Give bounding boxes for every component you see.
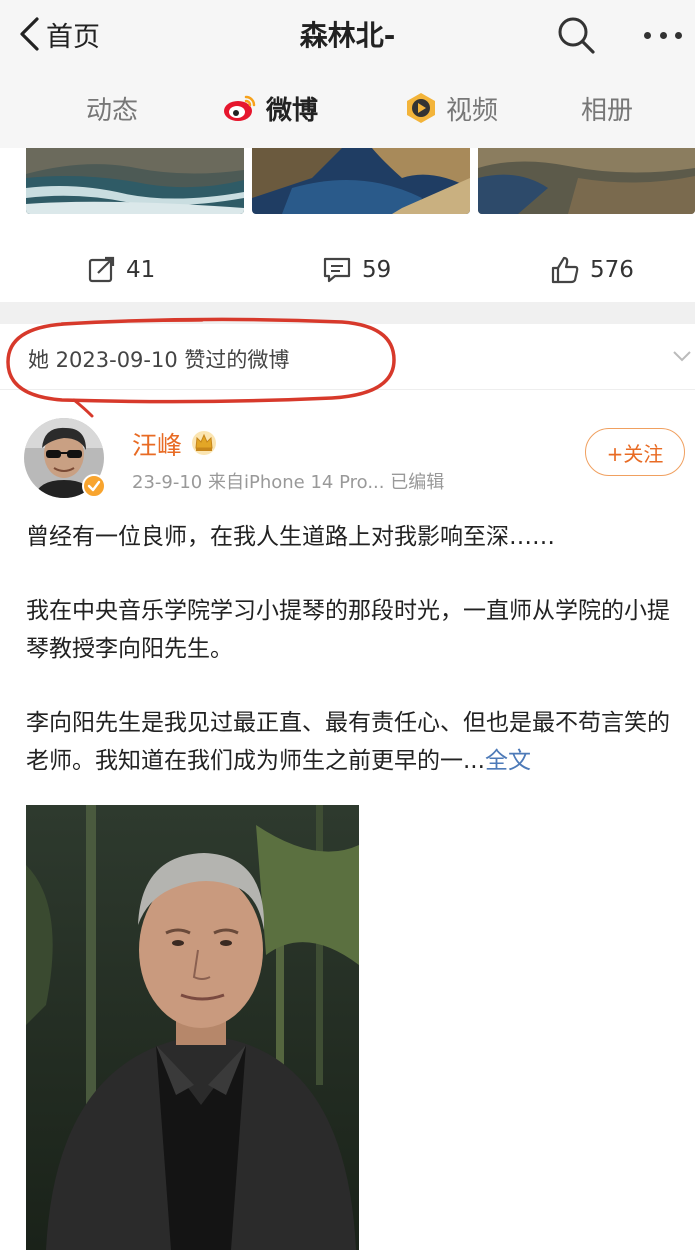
- comment-count: 59: [362, 257, 392, 283]
- verified-badge-icon: [82, 474, 106, 498]
- weibo-icon: [222, 93, 258, 123]
- back-button[interactable]: 首页: [18, 12, 100, 56]
- post-image-thumbnail[interactable]: [478, 148, 695, 214]
- liked-note-text: 她 2023-09-10 赞过的微博: [28, 348, 290, 372]
- repost-icon: [88, 256, 115, 283]
- section-divider: [0, 302, 695, 324]
- previous-post-images: [0, 148, 695, 218]
- comment-icon: [323, 257, 351, 283]
- video-icon: [404, 91, 438, 125]
- back-label: 首页: [46, 21, 100, 53]
- thumbs-up-icon: [551, 256, 579, 284]
- post-image-thumbnail[interactable]: [252, 148, 470, 214]
- like-count: 576: [590, 257, 634, 283]
- post-paragraph: 李向阳先生是我见过最正直、最有责任心、但也是最不苟言笑的老师。我知道在我们成为师…: [26, 704, 686, 780]
- back-chevron-icon: [20, 17, 39, 51]
- search-icon[interactable]: [555, 14, 597, 56]
- follow-button[interactable]: +关注: [585, 428, 685, 476]
- post-paragraph: 我在中央音乐学院学习小提琴的那段时光，一直师从学院的小提琴教授李向阳先生。: [26, 598, 670, 662]
- post-meta: 23-9-10 来自iPhone 14 Pro... 已编辑: [132, 472, 445, 493]
- comment-button[interactable]: 59: [322, 240, 391, 300]
- repost-count: 41: [126, 257, 156, 283]
- top-bar: 首页 森林北-: [0, 0, 695, 70]
- post-paragraph: 曾经有一位良师，在我人生道路上对我影响至深……: [26, 524, 555, 550]
- like-button[interactable]: 576: [550, 240, 634, 300]
- tab-feed[interactable]: 动态: [86, 88, 138, 128]
- post-action-bar: 41 59 576: [0, 240, 695, 302]
- profile-tabs: 动态 微博 视频 相册: [0, 70, 695, 148]
- more-icon[interactable]: [640, 14, 686, 56]
- tab-weibo[interactable]: 微博: [222, 88, 318, 128]
- post-image-thumbnail[interactable]: [26, 148, 244, 214]
- author-name[interactable]: 汪峰: [132, 426, 182, 462]
- post-photo[interactable]: [26, 805, 359, 1250]
- tab-video[interactable]: 视频: [404, 88, 498, 128]
- full-text-link[interactable]: 全文: [485, 748, 531, 774]
- tab-album[interactable]: 相册: [581, 88, 633, 128]
- liked-note-row[interactable]: 她 2023-09-10 赞过的微博: [0, 324, 695, 390]
- post-body: 曾经有一位良师，在我人生道路上对我影响至深…… 我在中央音乐学院学习小提琴的那段…: [26, 518, 686, 780]
- chevron-down-icon[interactable]: [672, 346, 692, 366]
- post-paragraph-text: 李向阳先生是我见过最正直、最有责任心、但也是最不苟言笑的老师。我知道在我们成为师…: [26, 710, 670, 774]
- repost-button[interactable]: 41: [88, 240, 155, 300]
- crown-icon: [192, 431, 216, 455]
